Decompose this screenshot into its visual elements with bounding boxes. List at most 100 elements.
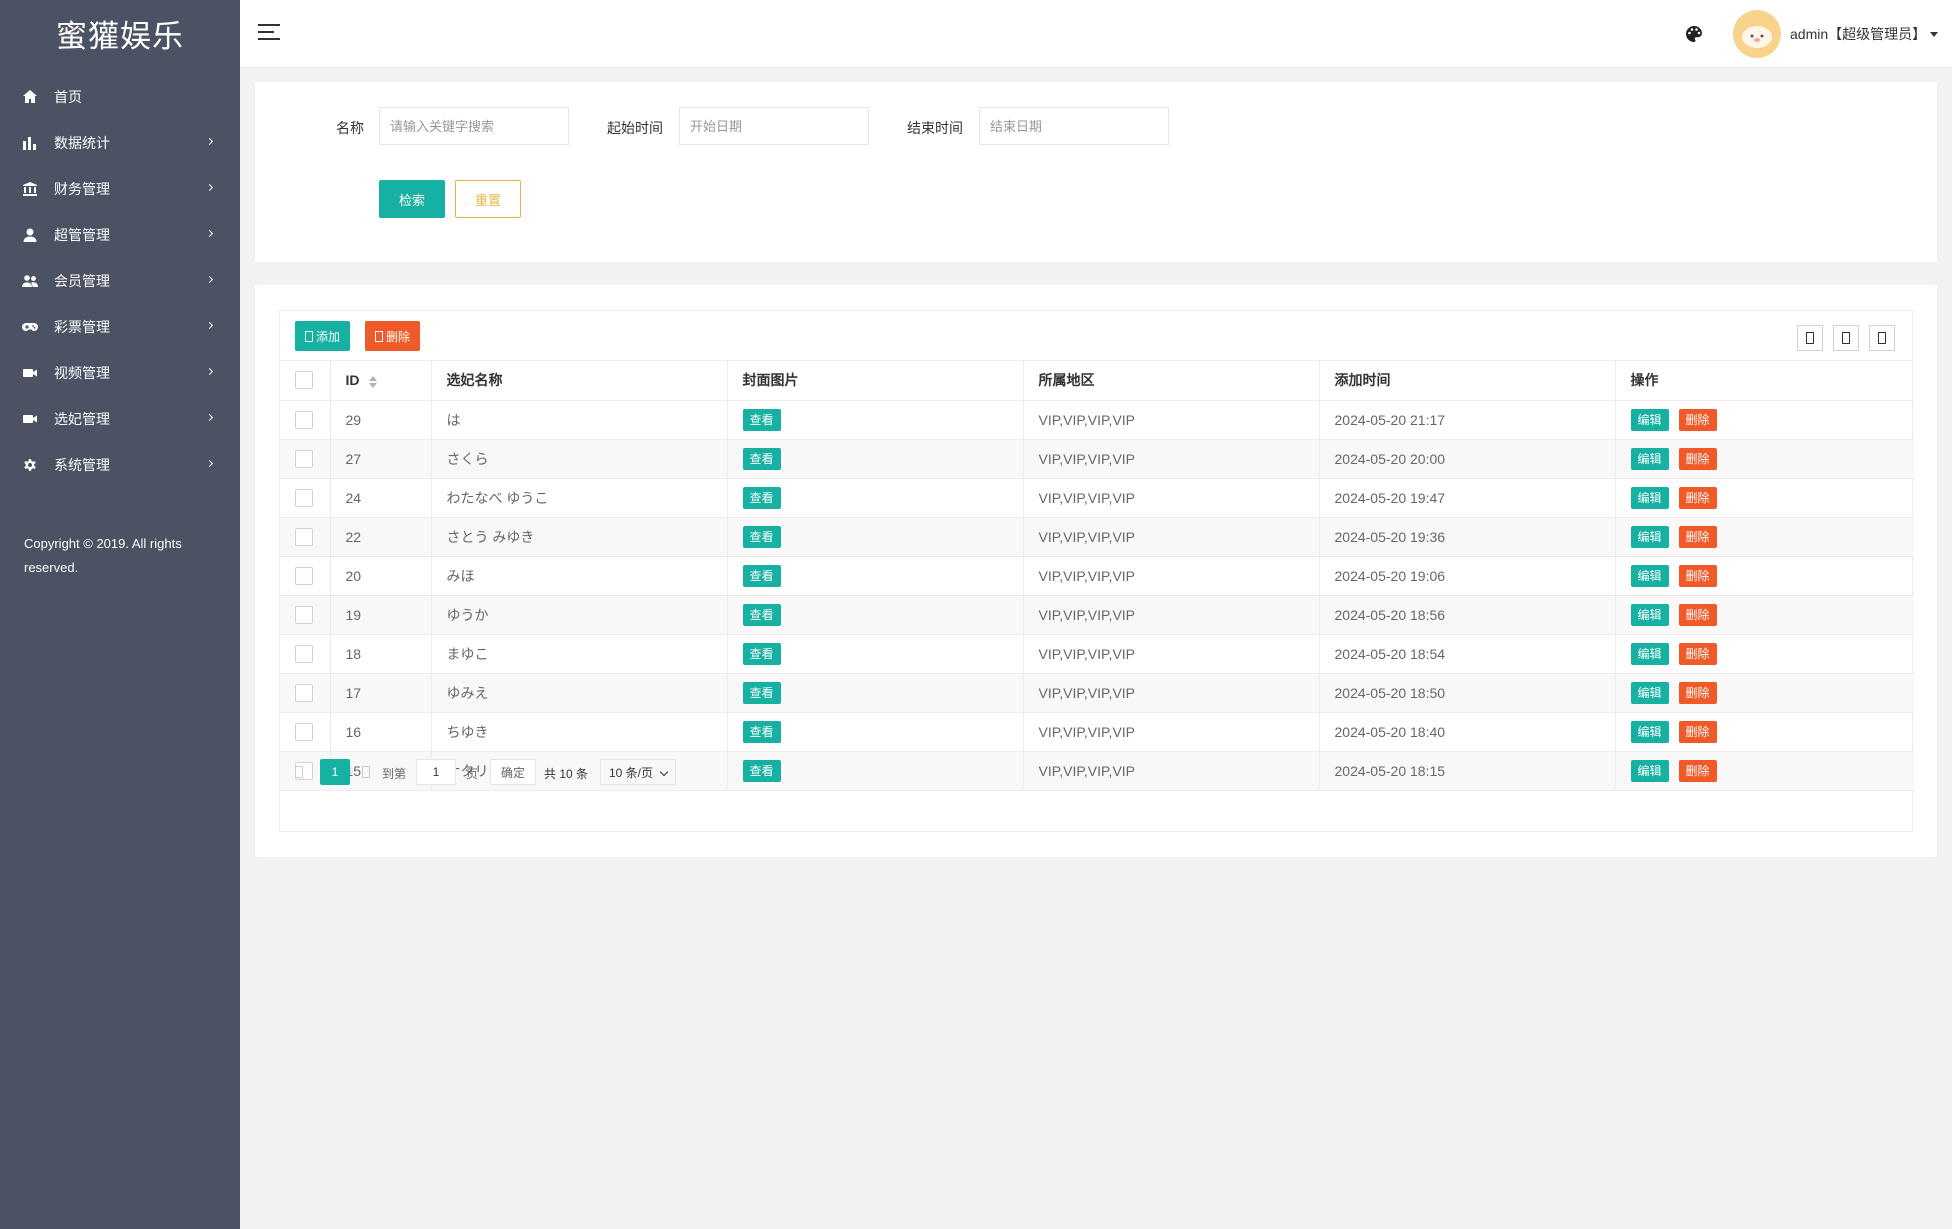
chevron-right-icon (205, 229, 214, 238)
prev-page-icon[interactable] (295, 766, 303, 778)
cell-name: ゆみえ (431, 673, 728, 713)
sidebar-item-4[interactable]: 会员管理 (0, 258, 240, 304)
row-checkbox[interactable] (295, 449, 313, 468)
chevron-right-icon (205, 321, 214, 330)
export-icon[interactable] (1833, 325, 1859, 351)
col-header-id[interactable]: ID (330, 361, 432, 401)
delete-button[interactable]: 删除 (1678, 447, 1717, 470)
table-row: 17 ゆみえ 查看 VIP,VIP,VIP,VIP 2024-05-20 18:50 编辑… (280, 673, 1914, 713)
next-page-icon[interactable] (362, 766, 370, 778)
columns-filter-icon[interactable] (1797, 325, 1823, 351)
print-icon[interactable] (1869, 325, 1895, 351)
row-checkbox[interactable] (295, 488, 313, 507)
palette-icon[interactable] (1684, 24, 1704, 44)
view-cover-button[interactable]: 查看 (742, 447, 781, 470)
page-size-select[interactable]: 10 条/页 (600, 759, 676, 785)
row-checkbox[interactable] (295, 683, 313, 702)
sidebar-item-2[interactable]: 财务管理 (0, 166, 240, 212)
goto-confirm-button[interactable]: 确定 (490, 759, 536, 785)
table-row: 16 ちゆき 查看 VIP,VIP,VIP,VIP 2024-05-20 18:40 编辑… (280, 712, 1914, 752)
delete-button[interactable]: 删除 (1678, 564, 1717, 587)
view-cover-button[interactable]: 查看 (742, 486, 781, 509)
delete-button[interactable]: 删除 (1678, 525, 1717, 548)
view-cover-button[interactable]: 查看 (742, 681, 781, 704)
sidebar-item-1[interactable]: 数据统计 (0, 120, 240, 166)
cell-name: ゆうか (431, 595, 728, 635)
view-cover-button[interactable]: 查看 (742, 564, 781, 587)
cell-region: VIP,VIP,VIP,VIP (1023, 517, 1320, 557)
search-button[interactable]: 检索 (379, 180, 445, 218)
page-1-button[interactable]: 1 (320, 759, 350, 785)
cell-actions: 编辑 删除 (1615, 712, 1914, 752)
cell-name: さくら (431, 439, 728, 479)
row-checkbox[interactable] (295, 644, 313, 663)
edit-button[interactable]: 编辑 (1630, 408, 1669, 431)
cell-time: 2024-05-20 19:36 (1319, 517, 1616, 557)
col-header-name: 选妃名称 (431, 361, 728, 401)
reset-button[interactable]: 重置 (455, 180, 521, 218)
edit-button[interactable]: 编辑 (1630, 681, 1669, 704)
chevron-right-icon (205, 367, 214, 376)
delete-button[interactable]: 删除 (1678, 603, 1717, 626)
select-all-checkbox[interactable] (295, 371, 313, 390)
sidebar-item-7[interactable]: 选妃管理 (0, 396, 240, 442)
user-name-dropdown[interactable]: admin【超级管理员】 (1790, 24, 1926, 44)
add-button[interactable]: 添加 (295, 321, 351, 351)
user-avatar[interactable] (1733, 10, 1781, 58)
delete-button[interactable]: 删除 (1678, 486, 1717, 509)
cell-time: 2024-05-20 18:56 (1319, 595, 1616, 635)
row-checkbox[interactable] (295, 605, 313, 624)
col-header-actions: 操作 (1615, 361, 1914, 401)
batch-delete-button[interactable]: 删除 (365, 321, 421, 351)
cell-cover: 查看 (727, 595, 1024, 635)
cell-region: VIP,VIP,VIP,VIP (1023, 400, 1320, 440)
sidebar-item-6[interactable]: 视频管理 (0, 350, 240, 396)
data-table-container: 添加 删除 ID 选妃名称 封面图片 所属地区 添加时间 操作 29 は 查看 … (279, 310, 1914, 832)
cell-id: 20 (330, 556, 432, 596)
delete-button[interactable]: 删除 (1678, 720, 1717, 743)
delete-button[interactable]: 删除 (1678, 408, 1717, 431)
col-header-time: 添加时间 (1319, 361, 1616, 401)
cell-actions: 编辑 删除 (1615, 634, 1914, 674)
caret-down-icon[interactable] (1930, 32, 1938, 37)
sort-icon[interactable] (368, 375, 378, 388)
row-checkbox[interactable] (295, 410, 313, 429)
row-checkbox[interactable] (295, 527, 313, 546)
start-date-input[interactable] (679, 107, 869, 145)
cell-region: VIP,VIP,VIP,VIP (1023, 595, 1320, 635)
end-date-input[interactable] (979, 107, 1169, 145)
view-cover-button[interactable]: 查看 (742, 720, 781, 743)
goto-page-input[interactable] (416, 759, 456, 785)
row-checkbox[interactable] (295, 566, 313, 585)
cell-time: 2024-05-20 18:54 (1319, 634, 1616, 674)
view-cover-button[interactable]: 查看 (742, 642, 781, 665)
sidebar-item-3[interactable]: 超管管理 (0, 212, 240, 258)
edit-button[interactable]: 编辑 (1630, 447, 1669, 470)
edit-button[interactable]: 编辑 (1630, 603, 1669, 626)
sidebar-item-label: 超管管理 (54, 227, 110, 243)
edit-button[interactable]: 编辑 (1630, 720, 1669, 743)
delete-button[interactable]: 删除 (1678, 681, 1717, 704)
edit-button[interactable]: 编辑 (1630, 486, 1669, 509)
app-logo[interactable]: 蜜獾娱乐 (0, 0, 240, 66)
sidebar-item-5[interactable]: 彩票管理 (0, 304, 240, 350)
row-select-cell (280, 400, 331, 440)
row-select-cell (280, 673, 331, 713)
edit-button[interactable]: 编辑 (1630, 642, 1669, 665)
view-cover-button[interactable]: 查看 (742, 525, 781, 548)
sidebar-item-8[interactable]: 系统管理 (0, 442, 240, 488)
edit-button[interactable]: 编辑 (1630, 564, 1669, 587)
row-checkbox[interactable] (295, 722, 313, 741)
cell-time: 2024-05-20 20:00 (1319, 439, 1616, 479)
menu-toggle-icon[interactable] (258, 24, 280, 42)
delete-button[interactable]: 删除 (1678, 642, 1717, 665)
sidebar-item-0[interactable]: 首页 (0, 74, 240, 120)
cell-actions: 编辑 删除 (1615, 400, 1914, 440)
cell-cover: 查看 (727, 673, 1024, 713)
view-cover-button[interactable]: 查看 (742, 408, 781, 431)
view-cover-button[interactable]: 查看 (742, 603, 781, 626)
name-search-input[interactable] (379, 107, 569, 145)
edit-button[interactable]: 编辑 (1630, 525, 1669, 548)
cell-id: 24 (330, 478, 432, 518)
add-icon (305, 330, 313, 342)
